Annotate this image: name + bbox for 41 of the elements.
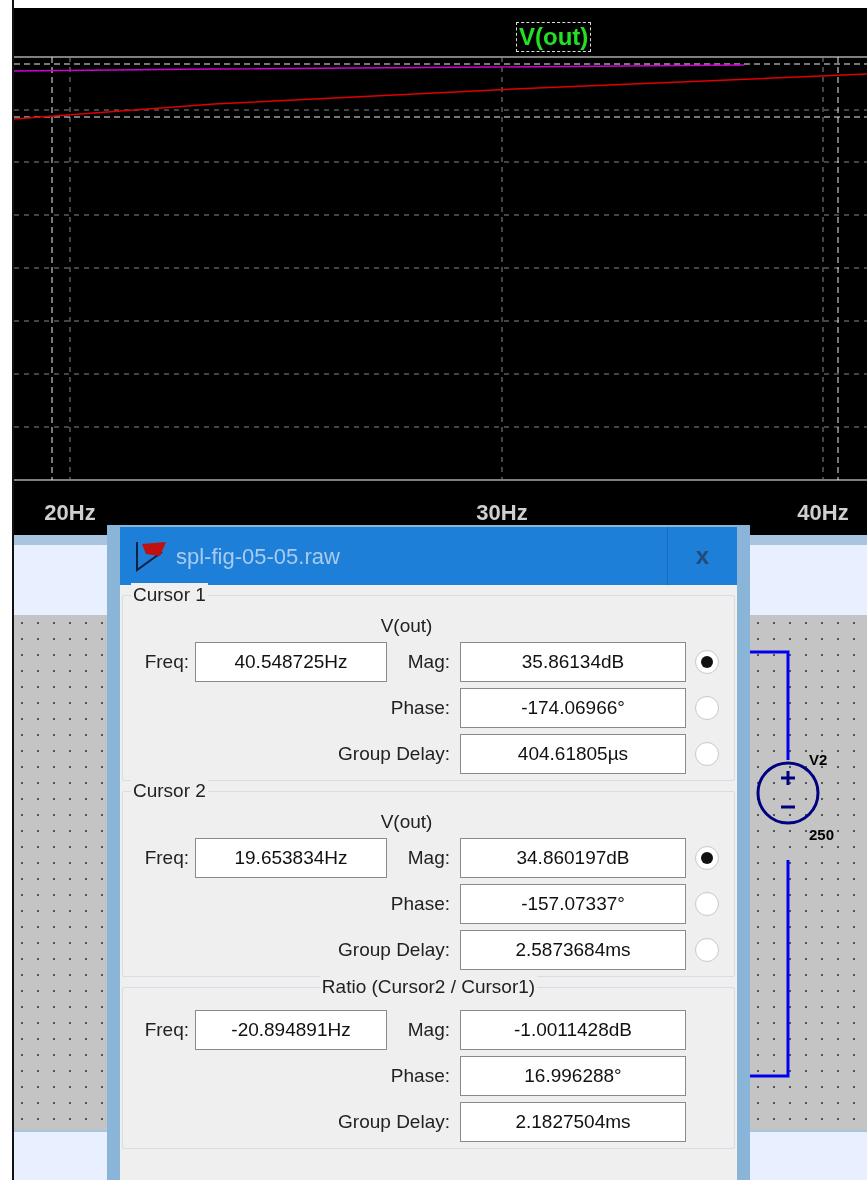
axis-tick-label: 20Hz <box>44 499 96 527</box>
app-logo-icon <box>134 540 168 572</box>
dialog-title: spl-fig-05-05.raw <box>176 542 340 571</box>
value-field[interactable]: 16.996288° <box>460 1056 686 1096</box>
freq-field[interactable]: 19.653834Hz <box>195 838 387 878</box>
trace-name: V(out) <box>380 809 433 834</box>
freq-label: Freq: <box>144 845 189 870</box>
measure-label: Phase: <box>390 1063 450 1088</box>
component-name: V2 <box>809 750 828 770</box>
value-field[interactable]: 2.1827504ms <box>460 1102 686 1142</box>
measure-label: Phase: <box>390 891 450 916</box>
measure-label: Mag: <box>407 845 450 870</box>
trace-label: V(out) <box>516 22 592 52</box>
value-field[interactable]: -1.0011428dB <box>460 1010 686 1050</box>
value-field[interactable]: -174.06966° <box>460 688 686 728</box>
value-field[interactable]: 35.86134dB <box>460 642 686 682</box>
radio-button[interactable] <box>695 742 719 766</box>
measure-label: Group Delay: <box>338 1109 450 1134</box>
measure-label: Mag: <box>407 1017 450 1042</box>
component-value: 250 <box>809 825 835 845</box>
section-title: Ratio (Cursor2 / Cursor1) <box>319 975 538 999</box>
freq-field[interactable]: 40.548725Hz <box>195 642 387 682</box>
radio-button[interactable] <box>695 892 719 916</box>
axis-tick-label: 30Hz <box>476 499 528 527</box>
measure-label: Mag: <box>407 649 450 674</box>
trace-name: V(out) <box>380 613 433 638</box>
radio-button[interactable] <box>695 696 719 720</box>
freq-label: Freq: <box>144 1017 189 1042</box>
measure-label: Group Delay: <box>338 741 450 766</box>
radio-button[interactable] <box>695 938 719 962</box>
value-field[interactable]: 404.61805µs <box>460 734 686 774</box>
value-field[interactable]: 2.5873684ms <box>460 930 686 970</box>
radio-button[interactable] <box>695 650 719 674</box>
value-field[interactable]: 34.860197dB <box>460 838 686 878</box>
measure-label: Group Delay: <box>338 937 450 962</box>
radio-button[interactable] <box>695 846 719 870</box>
value-field[interactable]: -157.07337° <box>460 884 686 924</box>
measure-label: Phase: <box>390 695 450 720</box>
axis-tick-label: 40Hz <box>797 499 849 527</box>
freq-field[interactable]: -20.894891Hz <box>195 1010 387 1050</box>
freq-label: Freq: <box>144 649 189 674</box>
